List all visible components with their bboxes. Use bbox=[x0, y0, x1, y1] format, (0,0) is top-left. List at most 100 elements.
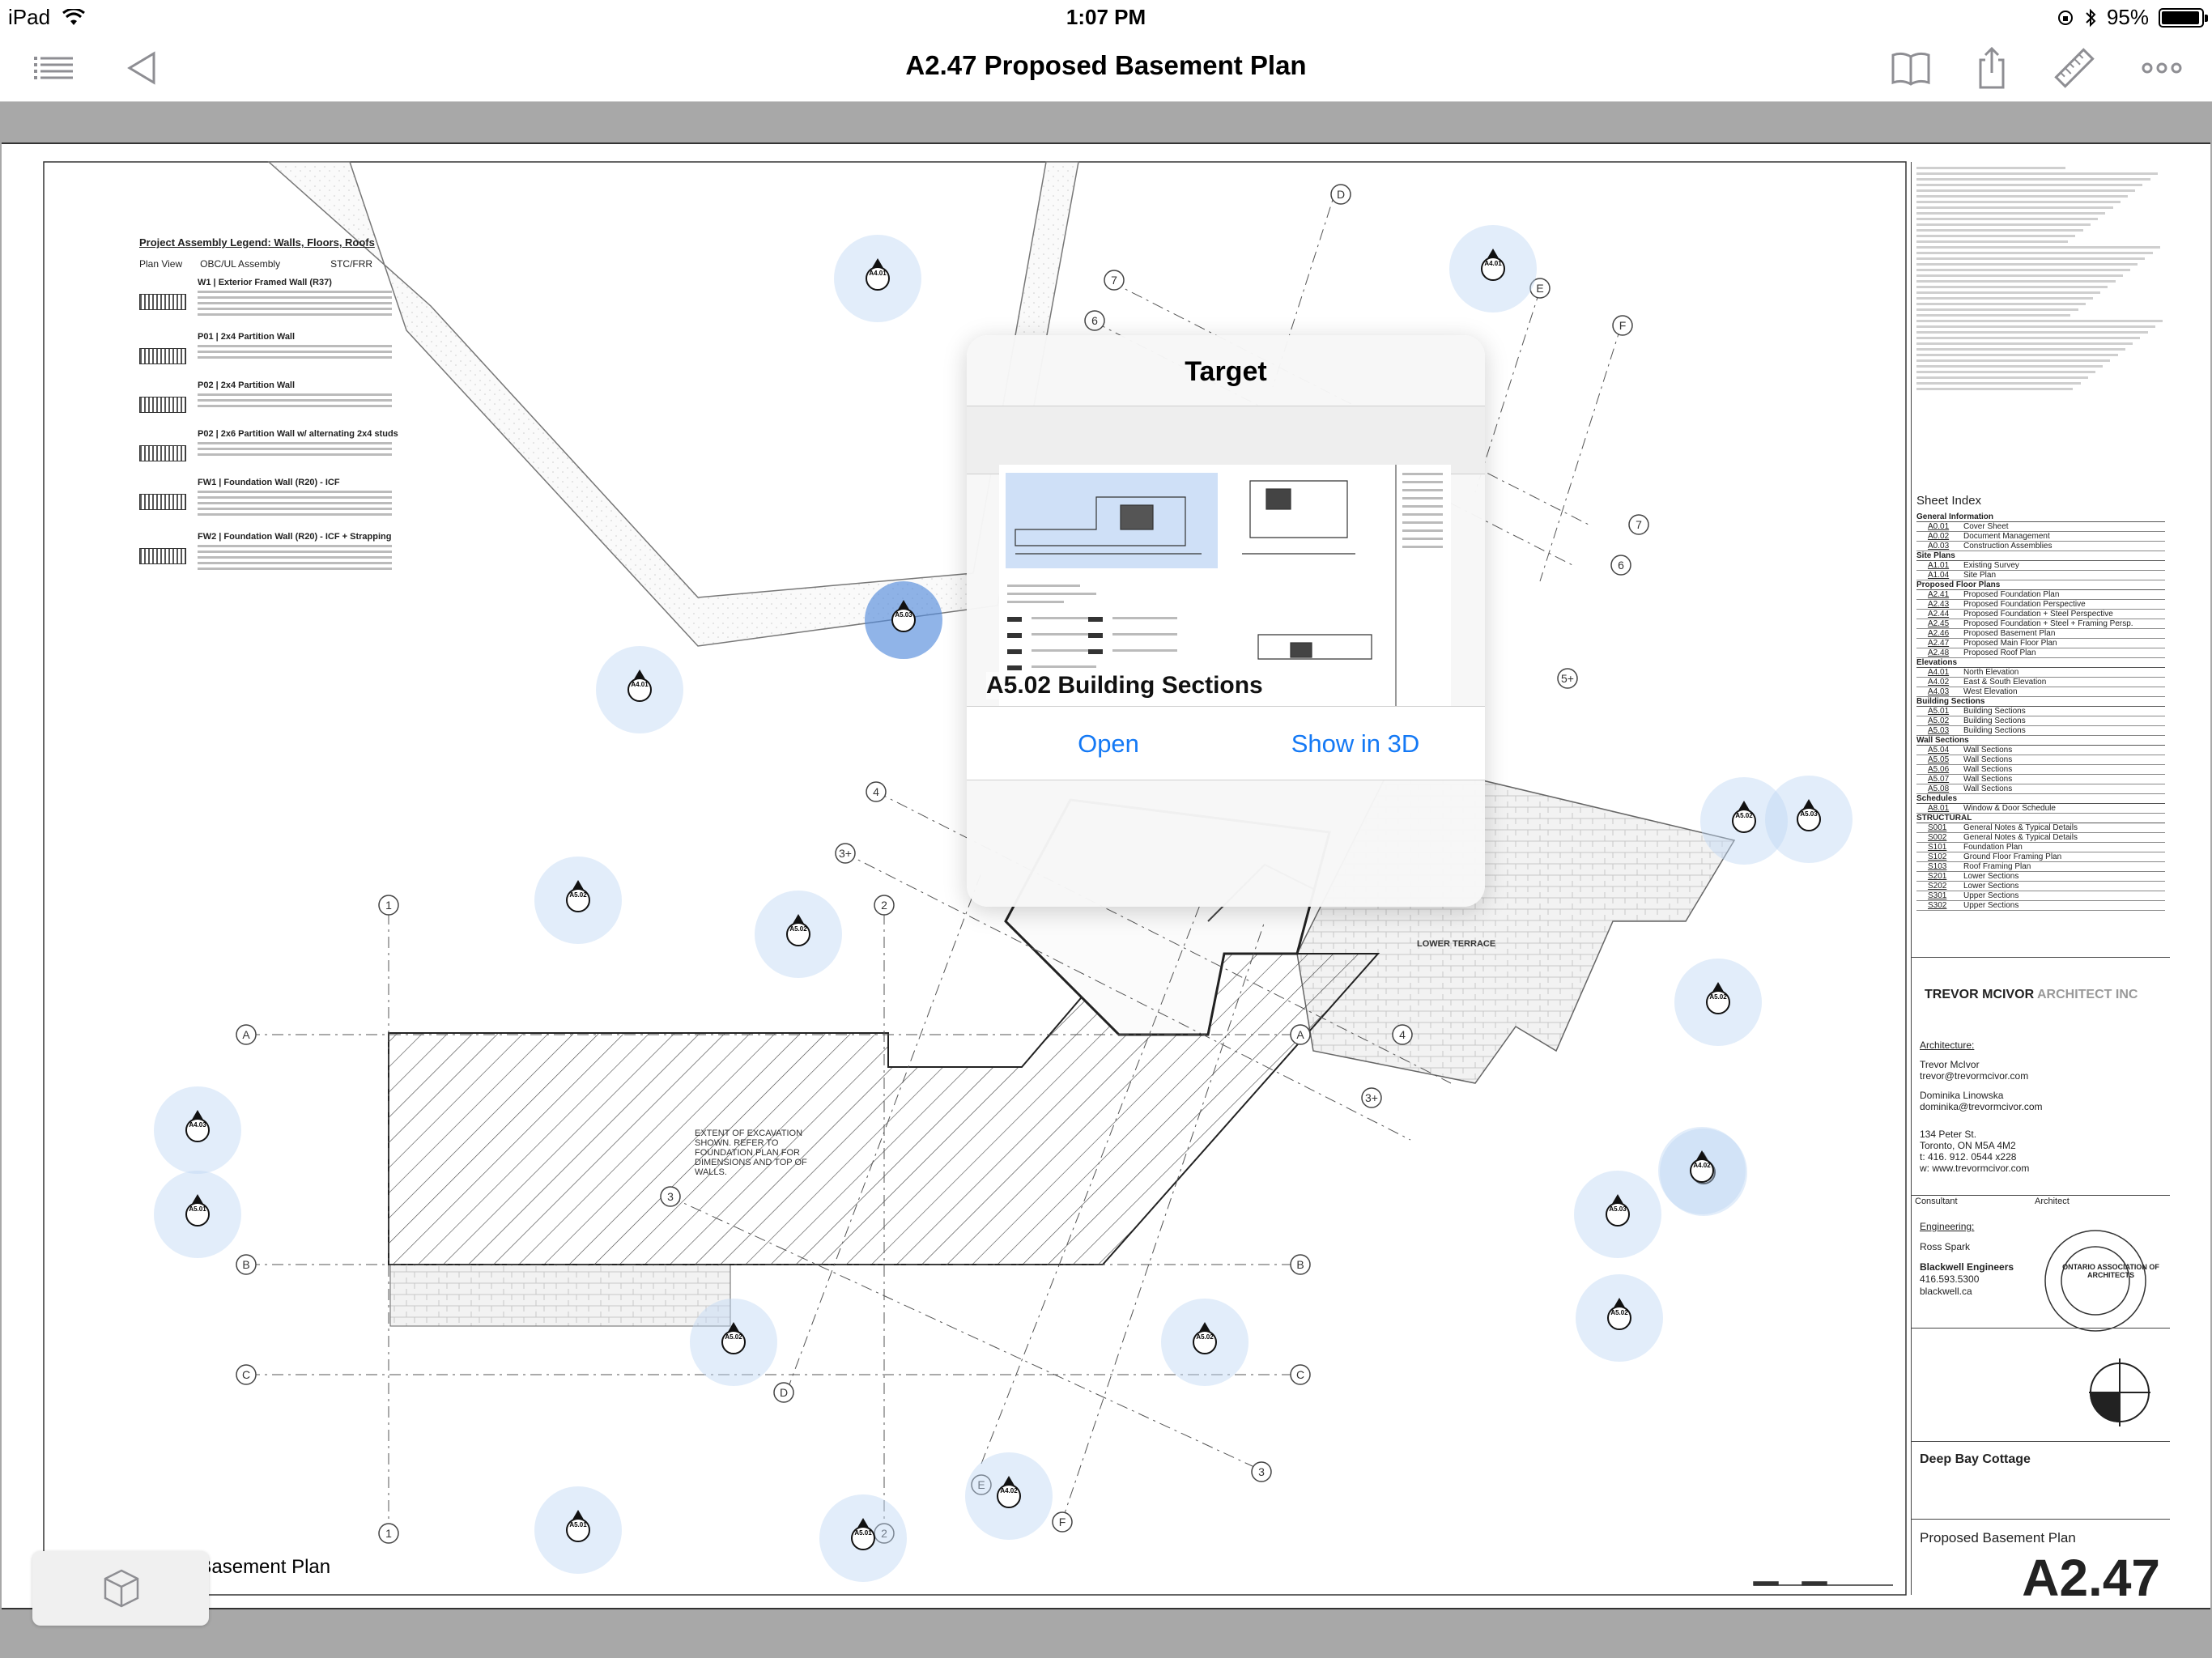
target-marker-selected[interactable]: A5.03 bbox=[865, 581, 942, 659]
firm-contact: Architecture: Trevor McIvor trevor@trevo… bbox=[1920, 1039, 2043, 1174]
svg-text:2: 2 bbox=[881, 899, 887, 912]
sheet-index-title: Upper Sections bbox=[1963, 901, 2019, 910]
legend-symbol bbox=[139, 294, 186, 310]
clock: 1:07 PM bbox=[1066, 5, 1146, 29]
viewer-background-top bbox=[0, 102, 2212, 142]
open-button[interactable]: Open bbox=[1015, 707, 1202, 781]
title-block: Sheet Index General Information A0.01 Cove… bbox=[1911, 162, 2170, 1607]
engineering-label: Engineering: bbox=[1920, 1221, 1975, 1232]
sheet-index-row: S101 Foundation Plan bbox=[1916, 843, 2165, 852]
svg-text:5+: 5+ bbox=[1561, 672, 1574, 685]
general-notes bbox=[1916, 167, 2165, 393]
sheet-index-title: Proposed Foundation Perspective bbox=[1963, 600, 2086, 609]
target-marker[interactable]: A5.01 bbox=[154, 1171, 241, 1258]
sheet-index-title: Cover Sheet bbox=[1963, 522, 2009, 531]
note-line bbox=[1916, 308, 2078, 311]
sheet-index-title: Site Plan bbox=[1963, 571, 1997, 580]
section-tag-icon: A5.03 bbox=[1606, 1194, 1630, 1226]
sheet-index-row: S201 Lower Sections bbox=[1916, 872, 2165, 882]
firm-name-sub: ARCHITECT INC bbox=[2036, 988, 2138, 1001]
sheet-index-row: S002 General Notes & Typical Details bbox=[1916, 833, 2165, 843]
target-marker[interactable]: A5.03 bbox=[1765, 776, 1853, 863]
ruler-icon[interactable] bbox=[2050, 45, 2099, 91]
sheet-index-row: S301 Upper Sections bbox=[1916, 891, 2165, 901]
sheet-index-row: A5.04 Wall Sections bbox=[1916, 746, 2165, 755]
svg-text:4: 4 bbox=[873, 785, 879, 798]
svg-text:C: C bbox=[1296, 1368, 1304, 1381]
sheet-index-title: Wall Sections bbox=[1963, 755, 2013, 764]
section-tag-icon: A5.02 bbox=[566, 880, 590, 912]
target-marker[interactable]: A5.02 bbox=[755, 891, 842, 978]
svg-text:7: 7 bbox=[1111, 274, 1117, 287]
note-line bbox=[1916, 229, 2083, 232]
note-line bbox=[1916, 280, 2116, 283]
sheet-index-title: Proposed Main Floor Plan bbox=[1963, 639, 2057, 648]
engineering-info: Engineering: Ross Spark Blackwell Engine… bbox=[1920, 1221, 2014, 1298]
sheet-index-row: S102 Ground Floor Framing Plan bbox=[1916, 852, 2165, 862]
viewer-background-bottom bbox=[0, 1611, 2212, 1658]
sheet-index-number: S202 bbox=[1928, 882, 1947, 891]
note-line bbox=[1916, 240, 2069, 243]
target-marker[interactable]: A4.01 bbox=[596, 646, 683, 733]
target-marker[interactable]: A5.02 bbox=[1161, 1299, 1249, 1386]
sheet-index-row: A2.45 Proposed Foundation + Steel + Frami… bbox=[1916, 619, 2165, 629]
note-line bbox=[1916, 342, 2133, 345]
note-line bbox=[1916, 337, 2141, 339]
target-marker[interactable]: A4.03 bbox=[154, 1086, 241, 1174]
contact-email: trevor@trevormcivor.com bbox=[1920, 1070, 2029, 1082]
battery-fill bbox=[2162, 11, 2199, 24]
status-right: 95% bbox=[2057, 5, 2208, 30]
sheet-index-number: A1.04 bbox=[1928, 571, 1950, 580]
sheet-index-number: S301 bbox=[1928, 891, 1947, 900]
sheet-index-number: A2.43 bbox=[1928, 600, 1950, 609]
sheet-index-row: A2.46 Proposed Basement Plan bbox=[1916, 629, 2165, 639]
sheet-index-row: A0.01 Cover Sheet bbox=[1916, 522, 2165, 532]
note-line bbox=[1916, 189, 2136, 192]
target-marker[interactable]: A4.02 bbox=[1658, 1127, 1746, 1214]
legend-item-name: P02 | 2x6 Partition Wall w/ alternating … bbox=[198, 429, 398, 439]
3d-view-button[interactable] bbox=[32, 1551, 209, 1626]
sheet-index-row: A8.01 Window & Door Schedule bbox=[1916, 804, 2165, 814]
note-line bbox=[1916, 167, 2066, 169]
sheet-index-title: Wall Sections bbox=[1963, 775, 2013, 784]
sheet-index-row: A5.01 Building Sections bbox=[1916, 707, 2165, 716]
target-marker[interactable]: A4.01 bbox=[1449, 225, 1537, 312]
address-line: Toronto, ON M5A 4M2 bbox=[1920, 1140, 2016, 1151]
target-marker[interactable]: A5.02 bbox=[1674, 959, 1762, 1046]
section-tag-icon: A5.02 bbox=[1193, 1322, 1217, 1354]
target-marker[interactable]: A5.02 bbox=[690, 1299, 777, 1386]
target-marker[interactable]: A4.02 bbox=[965, 1452, 1053, 1540]
section-tag-icon: A5.03 bbox=[891, 600, 916, 632]
book-icon[interactable] bbox=[1887, 45, 1935, 91]
legend-headers: Plan View OBC/UL Assembly STC/FRR bbox=[139, 258, 447, 270]
legend-item: W1 | Exterior Framed Wall (R37) bbox=[139, 278, 447, 316]
lower-terrace-label: LOWER TERRACE bbox=[1417, 939, 1496, 949]
section-tag-icon: A4.01 bbox=[866, 258, 890, 291]
sheet-index-category: Site Plans bbox=[1916, 551, 2165, 561]
note-line bbox=[1916, 235, 2076, 237]
svg-text:3: 3 bbox=[667, 1190, 674, 1203]
target-marker[interactable]: A5.02 bbox=[1576, 1274, 1663, 1362]
legend-item-name: P02 | 2x4 Partition Wall bbox=[198, 380, 296, 390]
sheet-index-number: S101 bbox=[1928, 843, 1947, 852]
target-marker[interactable]: A4.01 bbox=[834, 235, 921, 322]
sheet-index-title: Sheet Index bbox=[1916, 494, 1982, 508]
address-line: 134 Peter St. bbox=[1920, 1129, 1977, 1140]
target-marker[interactable]: A5.03 bbox=[1574, 1171, 1661, 1258]
legend-item: P01 | 2x4 Partition Wall bbox=[139, 332, 447, 364]
share-icon[interactable] bbox=[1967, 45, 2016, 91]
target-marker[interactable]: A5.01 bbox=[819, 1494, 907, 1582]
note-line bbox=[1916, 286, 2108, 288]
section-tag-icon: A4.01 bbox=[1481, 249, 1505, 281]
note-line bbox=[1916, 206, 2113, 209]
sheet-index-number: A2.44 bbox=[1928, 610, 1950, 619]
target-marker[interactable]: A5.02 bbox=[534, 857, 622, 944]
svg-text:C: C bbox=[242, 1368, 250, 1381]
target-marker[interactable]: A5.01 bbox=[534, 1486, 622, 1574]
engineering-firm: Blackwell Engineers bbox=[1920, 1261, 2014, 1273]
note-line bbox=[1916, 223, 2091, 226]
show-in-3d-button[interactable]: Show in 3D bbox=[1250, 707, 1461, 781]
more-icon[interactable] bbox=[2138, 45, 2186, 91]
legend-header: Plan View bbox=[139, 258, 183, 270]
note-line bbox=[1916, 172, 2158, 175]
